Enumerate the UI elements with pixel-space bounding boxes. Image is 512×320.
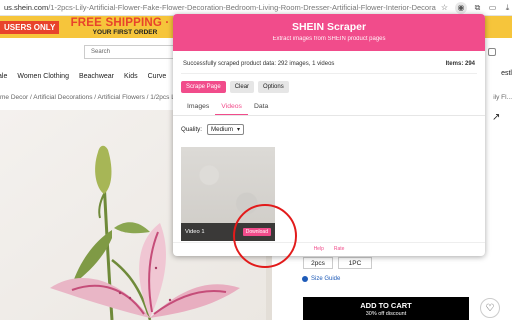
quality-label: Quality: — [181, 126, 202, 133]
url-text[interactable]: us.shein.com/1-2pcs-Lily-Artificial-Flow… — [4, 3, 436, 12]
rate-link[interactable]: Rate — [334, 246, 345, 256]
extension-icon[interactable]: ◉ — [455, 1, 467, 14]
nav-item-women-clothing[interactable]: Women Clothing — [17, 73, 69, 80]
add-to-cart-label: ADD TO CART — [360, 301, 412, 310]
split-view-icon[interactable]: ▭ — [488, 3, 497, 12]
items-count: Items: 294 — [445, 61, 475, 67]
status-divider — [181, 73, 477, 74]
chevron-down-icon: ▾ — [237, 126, 241, 133]
highlight-circle-annotation — [233, 204, 297, 268]
tab-data[interactable]: Data — [248, 100, 274, 115]
popup-subtitle: Extract images from SHEIN product pages — [272, 36, 386, 42]
size-option-2pcs[interactable]: 2pcs — [303, 257, 333, 269]
quality-value: Medium — [210, 126, 233, 133]
banner-subline: YOUR FIRST ORDER — [92, 29, 158, 36]
nav-item-curve[interactable]: Curve — [148, 73, 167, 80]
quality-select[interactable]: Medium ▾ — [206, 124, 245, 135]
options-button[interactable]: Options — [258, 81, 289, 93]
discount-label: 30% off discount — [365, 311, 407, 317]
tab-videos[interactable]: Videos — [215, 100, 248, 115]
breadcrumb[interactable]: me Decor / Artificial Decorations / Arti… — [0, 94, 194, 101]
download-icon[interactable]: ⤓ — [503, 3, 512, 12]
status-message: Successfully scraped product data: 292 i… — [183, 61, 335, 67]
popup-title: SHEIN Scraper — [291, 21, 367, 33]
banner-headline: FREE SHIPPING · 3 — [70, 17, 180, 29]
popup-header: SHEIN Scraper Extract images from SHEIN … — [173, 14, 485, 51]
clear-button[interactable]: Clear — [229, 81, 255, 93]
share-icon[interactable]: ↗ — [492, 112, 500, 123]
puzzle-extensions-icon[interactable]: ⧉ — [473, 3, 482, 12]
video-label: Video 1 — [185, 229, 205, 235]
bookmark-star-icon[interactable]: ☆ — [440, 3, 449, 12]
size-option-1pc[interactable]: 1PC — [338, 257, 372, 269]
url-host: us.shein.com — [4, 3, 49, 12]
scrape-page-button[interactable]: Scrape Page — [181, 81, 226, 93]
popup-footer: Help Rate — [173, 242, 485, 256]
size-guide-link[interactable]: Size Guide — [302, 276, 340, 282]
url-path: /1-2pcs-Lily-Artificial-Flower-Fake-Flow… — [48, 3, 436, 12]
cart-icon[interactable] — [488, 48, 496, 56]
nav-item-kids[interactable]: Kids — [124, 73, 138, 80]
size-guide-label: Size Guide — [311, 276, 341, 282]
search-input[interactable]: Search — [84, 45, 184, 59]
add-to-cart-button[interactable]: ADD TO CART 30% off discount — [303, 297, 469, 320]
extension-popup: SHEIN Scraper Extract images from SHEIN … — [173, 14, 485, 256]
product-title-fragment: ily Fl... — [493, 94, 512, 101]
nav-item-sale[interactable]: ale — [0, 73, 7, 80]
size-guide-icon — [302, 276, 308, 282]
wishlist-heart-icon[interactable]: ♡ — [480, 298, 500, 318]
banner-users-only: USERS ONLY — [0, 21, 60, 34]
nav-item-partial[interactable]: estl — [501, 70, 512, 77]
tab-images[interactable]: Images — [181, 100, 215, 115]
help-link[interactable]: Help — [314, 246, 324, 256]
nav-item-beachwear[interactable]: Beachwear — [79, 73, 114, 80]
popup-tabs: Images Videos Data — [173, 100, 485, 116]
